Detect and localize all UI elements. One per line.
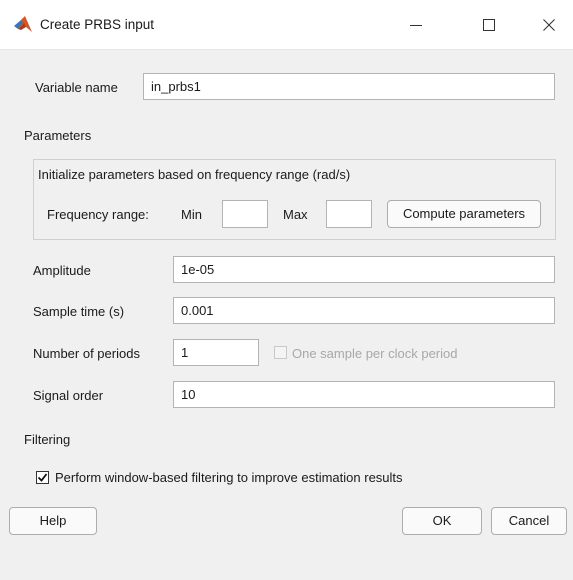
maximize-button[interactable] (467, 6, 511, 44)
amplitude-label: Amplitude (33, 263, 91, 278)
signal-order-input[interactable]: 10 (173, 381, 555, 408)
frequency-range-panel: Initialize parameters based on frequency… (33, 159, 556, 240)
sample-time-label: Sample time (s) (33, 304, 125, 319)
min-frequency-input[interactable] (222, 200, 268, 228)
ok-button[interactable]: OK (402, 507, 482, 535)
close-button[interactable] (527, 6, 571, 44)
number-of-periods-input[interactable]: 1 (173, 339, 259, 366)
matlab-logo-icon (14, 16, 32, 32)
cancel-button[interactable]: Cancel (491, 507, 567, 535)
frequency-range-label: Frequency range: (47, 207, 149, 222)
number-of-periods-label: Number of periods (33, 346, 140, 361)
help-button[interactable]: Help (9, 507, 97, 535)
checkmark-icon (37, 473, 48, 482)
minimize-icon (410, 25, 422, 26)
amplitude-input[interactable]: 1e-05 (173, 256, 555, 283)
sample-time-input[interactable]: 0.001 (173, 297, 555, 324)
maximize-icon (483, 19, 495, 31)
max-frequency-input[interactable] (326, 200, 372, 228)
variable-name-input[interactable]: in_prbs1 (143, 73, 555, 100)
minimize-button[interactable] (394, 6, 438, 44)
max-label: Max (283, 207, 308, 222)
frequency-panel-title: Initialize parameters based on frequency… (38, 167, 351, 182)
min-label: Min (181, 207, 202, 222)
filtering-heading: Filtering (24, 432, 71, 447)
one-sample-per-clock-checkbox[interactable] (274, 346, 287, 359)
window-filtering-label: Perform window-based filtering to improv… (55, 470, 403, 485)
title-bar: Create PRBS input (0, 0, 573, 50)
parameters-heading: Parameters (24, 128, 92, 143)
signal-order-label: Signal order (33, 388, 104, 403)
one-sample-per-clock-label: One sample per clock period (292, 346, 458, 361)
close-icon (543, 19, 555, 31)
variable-name-label: Variable name (35, 80, 118, 95)
window-title: Create PRBS input (40, 17, 155, 32)
compute-parameters-button[interactable]: Compute parameters (387, 200, 541, 228)
window-filtering-checkbox[interactable] (36, 471, 49, 484)
